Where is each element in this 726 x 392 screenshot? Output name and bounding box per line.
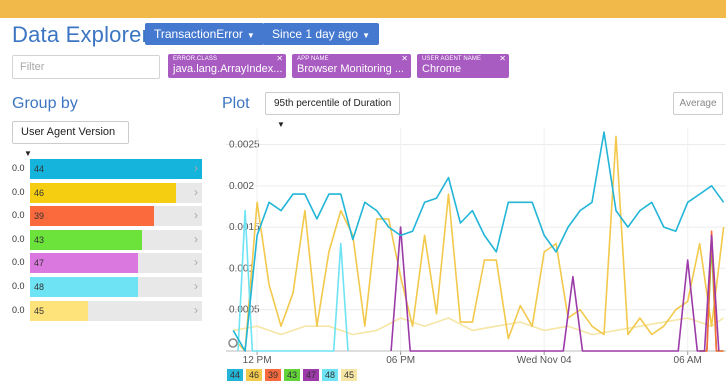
x-tick-label: 12 PM: [243, 355, 272, 366]
legend-item-48[interactable]: 48: [322, 369, 338, 381]
y-tick-label: 0.0005: [229, 305, 260, 316]
x-tick-label: 06 PM: [386, 355, 415, 366]
y-tick-label: 0.0025: [229, 140, 260, 151]
legend-item-46[interactable]: 46: [246, 369, 262, 381]
x-tick-label: Wed Nov 04: [517, 355, 572, 366]
legend-item-43[interactable]: 43: [284, 369, 300, 381]
x-tick-label: 06 AM: [674, 355, 702, 366]
series-line-39: [699, 230, 724, 352]
series-line-46: [232, 135, 725, 352]
legend-item-44[interactable]: 44: [227, 369, 243, 381]
duration-line-chart: 0.00250.0020.00150.0010.000512 PM 06 PM We…: [226, 128, 726, 366]
legend-item-47[interactable]: 47: [303, 369, 319, 381]
y-tick-label: 0.002: [229, 181, 254, 192]
legend-item-45[interactable]: 45: [341, 369, 357, 381]
legend-item-39[interactable]: 39: [265, 369, 281, 381]
zoom-reset-icon: [228, 338, 238, 348]
series-line-47: [390, 226, 720, 352]
series-line-44: [232, 131, 725, 352]
